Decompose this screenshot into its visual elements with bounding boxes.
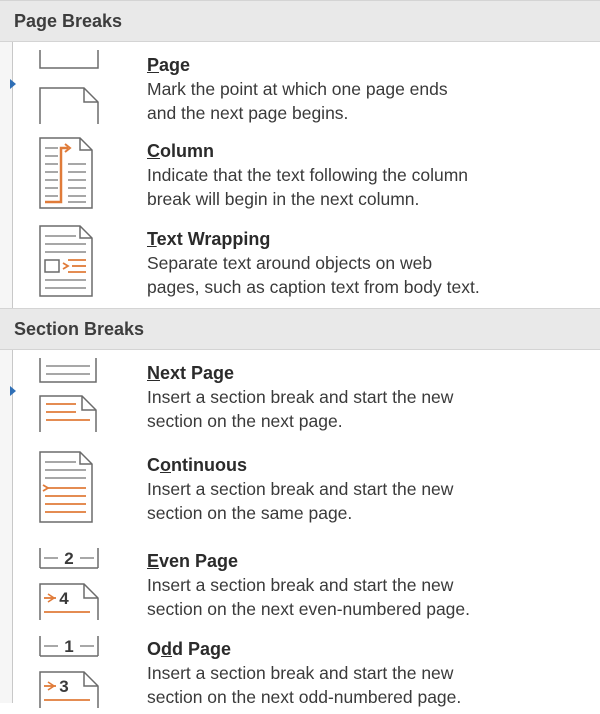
menu-item-column[interactable]: Column Indicate that the text following … <box>0 128 600 216</box>
text-wrapping-icon <box>39 225 93 297</box>
item-description: Insert a section break and start the new… <box>147 575 470 619</box>
column-break-icon <box>39 137 93 209</box>
item-description: Mark the point at which one page ends an… <box>147 79 448 123</box>
item-description: Indicate that the text following the col… <box>147 165 469 209</box>
menu-item-page[interactable]: Page Mark the point at which one page en… <box>0 42 600 128</box>
menu-item-odd-page[interactable]: 1 3 Odd Page Insert a section break and … <box>0 626 600 714</box>
pointer-arrow-icon <box>10 386 16 396</box>
continuous-icon <box>39 451 93 523</box>
item-title: Page <box>147 55 191 75</box>
page-breaks-header: Page Breaks <box>0 0 600 42</box>
section-breaks-header: Section Breaks <box>0 308 600 350</box>
svg-text:2: 2 <box>64 549 73 568</box>
menu-item-next-page[interactable]: Next Page Insert a section break and sta… <box>0 350 600 442</box>
svg-text:1: 1 <box>64 637 73 656</box>
menu-item-text-wrapping[interactable]: Text Wrapping Separate text around objec… <box>0 216 600 308</box>
item-title: Next Page <box>147 363 235 383</box>
item-title: Odd Page <box>147 639 232 659</box>
pointer-arrow-icon <box>10 79 16 89</box>
item-description: Insert a section break and start the new… <box>147 479 454 523</box>
item-description: Insert a section break and start the new… <box>147 387 454 431</box>
svg-text:4: 4 <box>59 589 69 608</box>
page-break-icon <box>39 50 99 124</box>
break-menu: Page Breaks Page Mark the point at which… <box>0 0 600 708</box>
item-title: Continuous <box>147 455 247 475</box>
item-description: Separate text around objects on web page… <box>147 253 480 297</box>
svg-text:3: 3 <box>59 677 68 696</box>
menu-item-even-page[interactable]: 2 4 Even Page Insert a section break and… <box>0 538 600 626</box>
next-page-icon <box>39 358 97 432</box>
item-description: Insert a section break and start the new… <box>147 663 462 707</box>
odd-page-icon: 1 3 <box>39 636 99 708</box>
item-title: Column <box>147 141 214 161</box>
item-title: Text Wrapping <box>147 229 271 249</box>
even-page-icon: 2 4 <box>39 548 99 620</box>
item-title: Even Page <box>147 551 239 571</box>
menu-item-continuous[interactable]: Continuous Insert a section break and st… <box>0 442 600 538</box>
